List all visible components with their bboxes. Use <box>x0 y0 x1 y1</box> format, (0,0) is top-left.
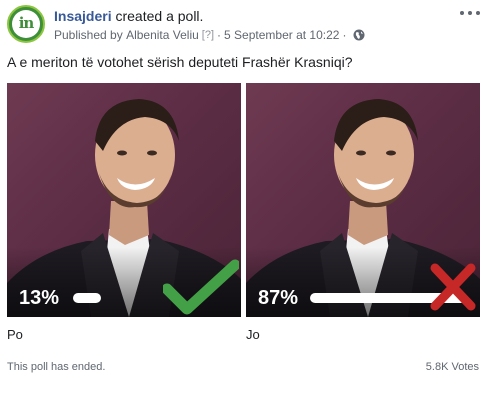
vote-count[interactable]: 5.8K Votes <box>426 361 479 373</box>
published-by-prefix: Published by <box>54 28 123 42</box>
post-date-link[interactable]: 5 September at 10:22 <box>224 28 339 42</box>
post-action-text: created a poll. <box>111 8 204 24</box>
post-title-line: Insajderi created a poll. <box>54 8 203 24</box>
check-icon <box>163 259 239 315</box>
author-link[interactable]: Albenita Veliu <box>126 28 199 42</box>
option-label-po: Po <box>7 327 23 342</box>
option-percent: 87% <box>258 287 299 309</box>
meta-separator: · <box>342 28 347 42</box>
option-percent: 13% <box>19 287 60 309</box>
help-marker[interactable]: [?] <box>202 29 214 41</box>
meta-separator: · <box>217 28 222 42</box>
page-avatar[interactable]: in <box>7 5 45 43</box>
page-name-link[interactable]: Insajderi <box>54 8 112 24</box>
poll-option-po[interactable]: 13% <box>7 83 241 317</box>
more-options-icon[interactable] <box>460 6 480 20</box>
poll-status: This poll has ended. <box>7 361 106 373</box>
option-label-jo: Jo <box>246 327 260 342</box>
post-meta-line: Published by Albenita Veliu [?] · 5 Sept… <box>54 28 365 42</box>
avatar-logo-text: in <box>18 14 35 32</box>
globe-icon[interactable] <box>353 29 365 41</box>
poll-option-jo[interactable]: 87% <box>246 83 480 317</box>
result-bar-track <box>73 293 101 303</box>
result-bar-fill <box>73 293 101 303</box>
post-header: in Insajderi created a poll. Published b… <box>0 0 488 48</box>
cross-icon <box>430 263 476 311</box>
avatar-logo: in <box>12 10 40 38</box>
poll-question: A e meriton të votohet sërish deputeti F… <box>7 54 353 70</box>
